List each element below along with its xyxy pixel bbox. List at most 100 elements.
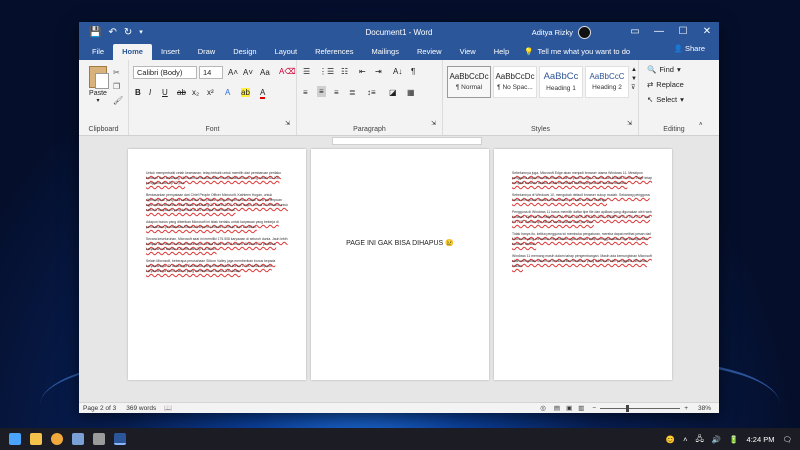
- collapse-ribbon-icon[interactable]: ˄: [699, 122, 703, 128]
- zoom-level[interactable]: 38%: [698, 405, 711, 412]
- clipboard-group-label: Clipboard: [88, 126, 119, 133]
- word-count[interactable]: 369 words: [126, 405, 156, 412]
- maximize-button[interactable]: ☐: [671, 22, 695, 42]
- tab-home[interactable]: Home: [113, 44, 152, 60]
- replace-button[interactable]: ⇄ Replace: [647, 80, 684, 89]
- show-marks-icon[interactable]: ¶: [411, 67, 415, 76]
- italic-button[interactable]: I: [149, 88, 151, 97]
- align-left-icon[interactable]: ≡: [303, 88, 308, 97]
- ribbon-display-icon[interactable]: ▭: [623, 22, 647, 42]
- tab-references[interactable]: References: [306, 44, 362, 60]
- increase-indent-icon[interactable]: ⇥: [375, 67, 382, 76]
- redo-icon[interactable]: ↻: [124, 27, 132, 38]
- style-normal[interactable]: AaBbCcDc ¶ Normal: [447, 66, 491, 98]
- shading-icon[interactable]: ◪: [389, 88, 397, 97]
- avatar[interactable]: [578, 26, 591, 39]
- underline-button[interactable]: U: [162, 88, 168, 97]
- app-icon[interactable]: [93, 433, 105, 445]
- find-button[interactable]: 🔍 Find ▾: [647, 65, 681, 74]
- start-icon[interactable]: [9, 433, 21, 445]
- zoom-out-button[interactable]: −: [592, 405, 596, 412]
- page-1[interactable]: Untuk memperbaiki celah keamanan, tetap …: [128, 149, 306, 380]
- chrome-icon[interactable]: [51, 433, 63, 445]
- undo-icon[interactable]: ↶: [108, 27, 116, 38]
- paste-button[interactable]: Paste ▾: [87, 66, 109, 104]
- focus-icon[interactable]: ◎: [540, 404, 546, 412]
- align-right-icon[interactable]: ≡: [334, 88, 339, 97]
- select-button[interactable]: ↖ Select ▾: [647, 95, 684, 104]
- font-size-box[interactable]: 14: [199, 66, 223, 79]
- text-effects-icon[interactable]: A: [225, 88, 230, 97]
- account-area[interactable]: Aditya Rizky: [532, 26, 591, 39]
- tell-me-box[interactable]: 💡 Tell me what you want to do: [518, 44, 630, 60]
- cut-icon[interactable]: ✂: [113, 68, 120, 77]
- system-tray: 😊 ˄ 🖧 🔊 🔋 4:24 PM 🗨: [666, 428, 792, 450]
- share-button[interactable]: 👤 Share: [674, 44, 705, 53]
- align-center-icon[interactable]: ≡: [317, 86, 326, 97]
- borders-icon[interactable]: ▦: [407, 88, 415, 97]
- tab-view[interactable]: View: [451, 44, 485, 60]
- volume-icon[interactable]: 🔊: [712, 435, 721, 444]
- style-heading-2[interactable]: AaBbCcC Heading 2: [585, 66, 629, 98]
- styles-group: AaBbCcDc ¶ Normal AaBbCcDc ¶ No Spac... …: [443, 60, 639, 135]
- tab-mailings[interactable]: Mailings: [362, 44, 408, 60]
- read-mode-icon[interactable]: ▤: [554, 404, 560, 412]
- clock[interactable]: 4:24 PM: [747, 435, 775, 444]
- style-no-spacing[interactable]: AaBbCcDc ¶ No Spac...: [493, 66, 537, 98]
- superscript-icon[interactable]: x²: [207, 88, 214, 97]
- line-spacing-icon[interactable]: ↕≡: [367, 88, 376, 97]
- format-painter-icon[interactable]: 🖌: [113, 96, 123, 105]
- chevron-up-icon[interactable]: ˄: [683, 435, 687, 444]
- change-case-icon[interactable]: Aa: [260, 68, 270, 77]
- highlight-icon[interactable]: ab: [241, 88, 250, 97]
- font-name-box[interactable]: Calibri (Body): [133, 66, 197, 79]
- subscript-icon[interactable]: x₂: [192, 88, 199, 97]
- word-taskbar-icon[interactable]: [114, 433, 126, 445]
- font-color-icon[interactable]: A: [260, 88, 266, 99]
- network-icon[interactable]: 🖧: [695, 433, 703, 446]
- multilevel-list-icon[interactable]: ☷: [341, 67, 348, 76]
- bold-button[interactable]: B: [135, 88, 141, 97]
- minimize-button[interactable]: —: [647, 22, 671, 42]
- sort-icon[interactable]: A↓: [393, 67, 402, 76]
- styles-scroll-icon[interactable]: ▲ ▼ ⊽: [631, 66, 637, 93]
- page-3[interactable]: Sebelumnya juga, Microsoft Edge akan men…: [494, 149, 672, 380]
- style-preview: AaBbCcDc: [449, 72, 489, 81]
- zoom-slider-thumb[interactable]: [626, 404, 630, 412]
- battery-icon[interactable]: 🔋: [729, 435, 738, 444]
- page-2[interactable]: PAGE INI GAK BISA DIHAPUS 😢: [311, 149, 489, 380]
- proofing-icon[interactable]: 📖: [164, 404, 172, 412]
- photos-icon[interactable]: [72, 433, 84, 445]
- tab-layout[interactable]: Layout: [266, 44, 307, 60]
- print-layout-icon[interactable]: ▣: [566, 404, 572, 412]
- justify-icon[interactable]: ≣: [349, 88, 356, 97]
- tab-draw[interactable]: Draw: [189, 44, 225, 60]
- notification-icon[interactable]: 🗨: [782, 435, 792, 444]
- copy-icon[interactable]: ❐: [113, 82, 120, 91]
- zoom-slider[interactable]: [600, 404, 681, 412]
- zoom-in-button[interactable]: +: [684, 405, 688, 412]
- grow-font-icon[interactable]: A˄: [228, 68, 238, 77]
- bullets-icon[interactable]: ☰: [303, 67, 310, 76]
- style-heading-1[interactable]: AaBbCc Heading 1: [539, 66, 583, 98]
- tab-design[interactable]: Design: [224, 44, 265, 60]
- emoji-icon[interactable]: 😊: [666, 435, 675, 444]
- page-count[interactable]: Page 2 of 3: [83, 405, 116, 412]
- customize-qat-icon[interactable]: ▾: [139, 28, 143, 36]
- horizontal-ruler[interactable]: [79, 136, 719, 146]
- shrink-font-icon[interactable]: A˅: [243, 68, 253, 77]
- clear-formatting-icon[interactable]: A⌫: [279, 67, 296, 76]
- file-explorer-icon[interactable]: [30, 433, 42, 445]
- strikethrough-icon[interactable]: ab: [177, 88, 186, 97]
- tab-help[interactable]: Help: [485, 44, 518, 60]
- web-layout-icon[interactable]: ▥: [578, 404, 584, 412]
- numbering-icon[interactable]: ⋮☰: [319, 67, 334, 76]
- document-canvas[interactable]: Untuk memperbaiki celah keamanan, tetap …: [79, 146, 719, 403]
- decrease-indent-icon[interactable]: ⇤: [359, 67, 366, 76]
- close-button[interactable]: ✕: [695, 22, 719, 42]
- tab-insert[interactable]: Insert: [152, 44, 189, 60]
- save-icon[interactable]: 💾: [89, 27, 101, 38]
- tab-review[interactable]: Review: [408, 44, 451, 60]
- tab-file[interactable]: File: [83, 44, 113, 60]
- paragraph: Sebelumnya juga, Microsoft Edge akan men…: [512, 171, 653, 185]
